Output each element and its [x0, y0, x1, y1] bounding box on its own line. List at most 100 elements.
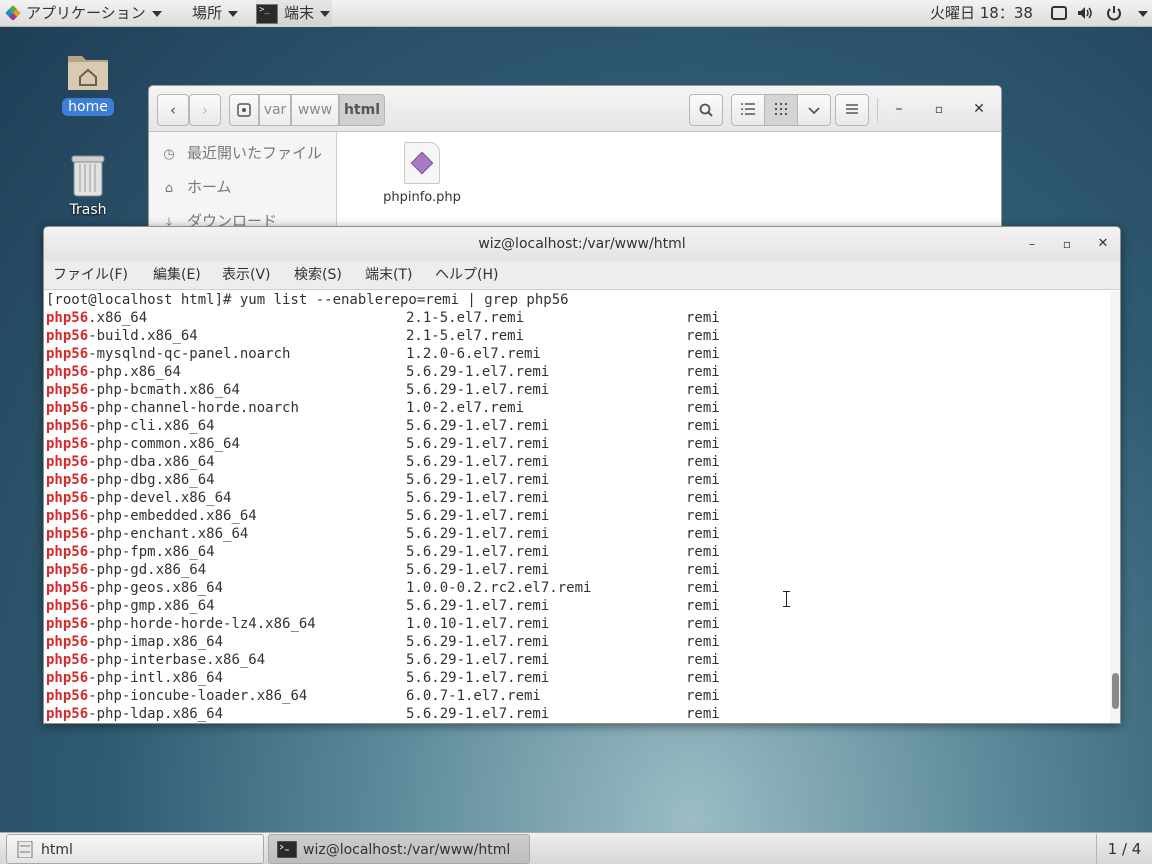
- package-row: php56-php-imap.x86_64 5.6.29-1.el7.remi re…: [46, 633, 1106, 651]
- desktop-trash[interactable]: Trash: [58, 152, 118, 218]
- location-toggle-button[interactable]: [229, 94, 259, 126]
- minimize-button[interactable]: –: [889, 92, 909, 126]
- grep-match: php56: [46, 310, 89, 326]
- places-label: 場所: [192, 4, 223, 22]
- taskbar-item-files[interactable]: html: [6, 834, 264, 864]
- sidebar-item-recent[interactable]: ◷ 最近開いたファイル: [161, 140, 322, 166]
- grep-match: php56: [46, 562, 89, 578]
- desktop-home[interactable]: home: [58, 50, 118, 116]
- package-row: php56-build.x86_64 2.1-5.el7.remi remi: [46, 327, 1106, 345]
- workspace-indicator[interactable]: 1 / 4: [1096, 834, 1152, 864]
- package-suffix: -php-fpm.x86_64: [88, 544, 215, 560]
- home-label: home: [62, 98, 114, 116]
- window-title: wiz@localhost:/var/www/html: [478, 236, 686, 252]
- package-row: php56-php-geos.x86_64 1.0.0-0.2.rc2.el7.r…: [46, 579, 1106, 597]
- package-repo: remi: [686, 634, 720, 650]
- menu-terminal[interactable]: 端末(T): [365, 261, 412, 290]
- package-row: php56-php-fpm.x86_64 5.6.29-1.el7.remi rem…: [46, 543, 1106, 561]
- package-suffix: -php.x86_64: [88, 364, 181, 380]
- terminal-scrollbar[interactable]: [1110, 291, 1120, 723]
- grep-match: php56: [46, 544, 89, 560]
- package-row: php56-php-dbg.x86_64 5.6.29-1.el7.remi rem…: [46, 471, 1106, 489]
- close-button[interactable]: ✕: [1093, 227, 1113, 261]
- list-view-button[interactable]: [731, 94, 765, 126]
- grep-match: php56: [46, 490, 89, 506]
- path-segment-html[interactable]: html: [339, 94, 385, 126]
- package-name: php56-php-devel.x86_64: [46, 489, 231, 507]
- menu-view[interactable]: 表示(V): [222, 261, 271, 290]
- volume-icon[interactable]: [1076, 4, 1094, 22]
- package-suffix: .x86_64: [88, 310, 148, 326]
- file-item-phpinfo[interactable]: phpinfo.php: [377, 142, 467, 205]
- package-repo: remi: [686, 616, 720, 632]
- grep-match: php56: [46, 706, 89, 722]
- places-menu[interactable]: 場所: [192, 0, 239, 27]
- system-menu-chevron-icon[interactable]: [1138, 11, 1148, 17]
- package-row: php56-php-horde-horde-lz4.x86_64 1.0.10-1…: [46, 615, 1106, 633]
- chevron-down-icon: [228, 10, 239, 17]
- menu-edit[interactable]: 編集(E): [153, 261, 201, 290]
- grep-match: php56: [46, 328, 89, 344]
- package-name: php56.x86_64: [46, 309, 147, 327]
- grep-match: php56: [46, 508, 89, 524]
- path-segment-var[interactable]: var: [259, 94, 291, 126]
- text-cursor-icon: [783, 591, 792, 607]
- package-repo: remi: [686, 688, 720, 704]
- display-icon[interactable]: [1050, 4, 1068, 22]
- scrollbar-thumb[interactable]: [1112, 673, 1119, 709]
- power-icon[interactable]: [1105, 4, 1123, 22]
- applications-menu[interactable]: アプリケーション: [5, 0, 162, 27]
- package-suffix: -php-gd.x86_64: [88, 562, 207, 578]
- package-name: php56-php-common.x86_64: [46, 435, 240, 453]
- clock[interactable]: 火曜日 18：38: [930, 0, 1033, 27]
- grep-match: php56: [46, 670, 89, 686]
- package-version: 5.6.29-1.el7.remi: [406, 436, 550, 452]
- grep-match: php56: [46, 472, 89, 488]
- menu-file[interactable]: ファイル(F): [53, 261, 128, 290]
- menu-search[interactable]: 検索(S): [294, 261, 342, 290]
- sidebar-item-label: ホーム: [187, 178, 232, 196]
- package-row: php56-php-channel-horde.noarch 1.0-2.el7.…: [46, 399, 1106, 417]
- menu-help[interactable]: ヘルプ(H): [435, 261, 498, 290]
- sidebar-item-home[interactable]: ⌂ ホーム: [161, 174, 232, 200]
- package-suffix: -php-common.x86_64: [88, 436, 240, 452]
- package-repo: remi: [686, 526, 720, 542]
- trash-label: Trash: [69, 202, 107, 218]
- package-suffix: -php-gmp.x86_64: [88, 598, 215, 614]
- package-version: 2.1-5.el7.remi: [406, 328, 525, 344]
- package-suffix: -php-cli.x86_64: [88, 418, 215, 434]
- app-menu-terminal[interactable]: >_ 端末: [256, 0, 332, 27]
- package-name: php56-php-imap.x86_64: [46, 633, 223, 651]
- package-row: php56-php-common.x86_64 5.6.29-1.el7.remi…: [46, 435, 1106, 453]
- path-segment-www[interactable]: www: [291, 94, 339, 126]
- package-repo: remi: [686, 580, 720, 596]
- package-name: php56-php-dbg.x86_64: [46, 471, 215, 489]
- close-button[interactable]: ✕: [969, 92, 989, 126]
- package-repo: remi: [686, 382, 720, 398]
- maximize-button[interactable]: ▫: [929, 92, 949, 126]
- package-name: php56-php-channel-horde.noarch: [46, 399, 299, 417]
- view-options-button[interactable]: [797, 94, 831, 126]
- terminal-output[interactable]: [root@localhost html]# yum list --enable…: [44, 291, 1110, 723]
- maximize-button[interactable]: ▫: [1057, 227, 1077, 261]
- search-button[interactable]: [689, 94, 723, 126]
- terminal-menubar: ファイル(F) 編集(E) 表示(V) 検索(S) 端末(T) ヘルプ(H): [44, 261, 1120, 290]
- package-version: 5.6.29-1.el7.remi: [406, 562, 550, 578]
- minimize-button[interactable]: –: [1022, 227, 1042, 261]
- forward-button[interactable]: ›: [189, 94, 221, 126]
- php-file-icon: [404, 142, 440, 184]
- package-version: 2.1-5.el7.remi: [406, 310, 525, 326]
- terminal-titlebar[interactable]: wiz@localhost:/var/www/html – ▫ ✕: [44, 227, 1120, 261]
- package-suffix: -php-intl.x86_64: [88, 670, 224, 686]
- back-button[interactable]: ‹: [157, 94, 189, 126]
- hamburger-menu-button[interactable]: [835, 94, 869, 126]
- package-version: 5.6.29-1.el7.remi: [406, 364, 550, 380]
- package-repo: remi: [686, 436, 720, 452]
- grid-view-button[interactable]: [764, 94, 798, 126]
- grep-match: php56: [46, 688, 89, 704]
- package-version: 5.6.29-1.el7.remi: [406, 652, 550, 668]
- chevron-down-icon: [320, 10, 331, 17]
- package-suffix: -php-channel-horde.noarch: [88, 400, 299, 416]
- package-suffix: -mysqlnd-qc-panel.noarch: [88, 346, 291, 362]
- taskbar-item-terminal[interactable]: wiz@localhost:/var/www/html: [268, 834, 530, 864]
